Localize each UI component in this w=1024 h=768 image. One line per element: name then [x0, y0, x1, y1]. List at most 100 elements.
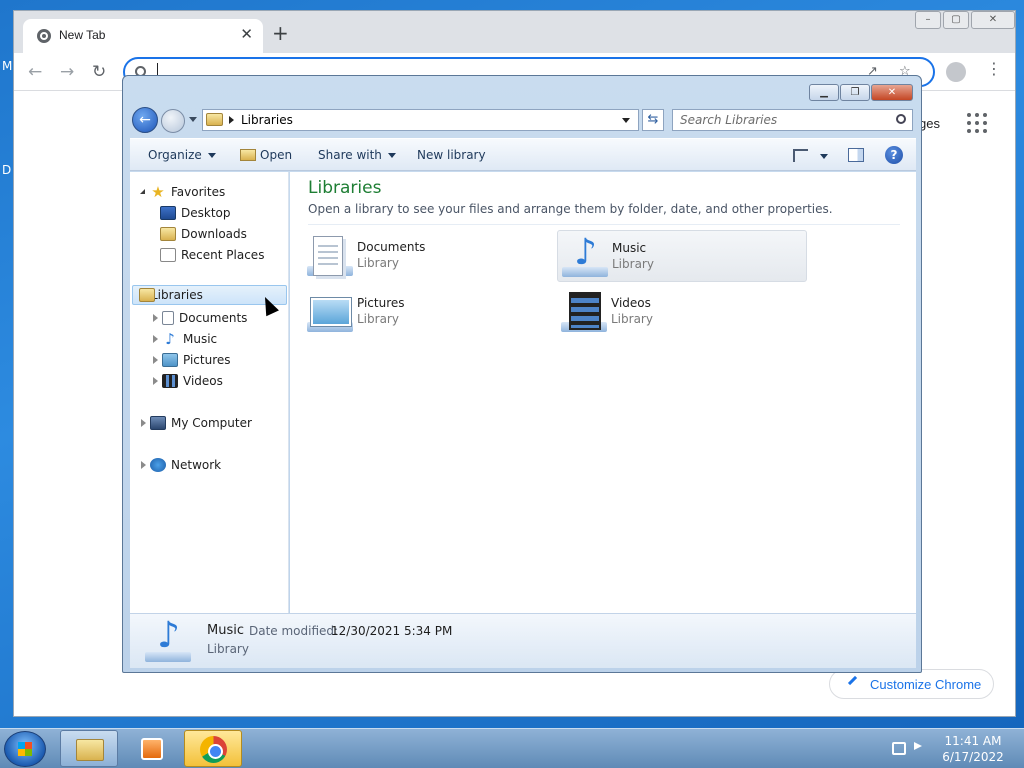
star-icon: ★	[151, 183, 165, 201]
search-icon[interactable]	[896, 114, 906, 124]
taskbar-chrome-button[interactable]	[184, 730, 242, 767]
folder-icon	[240, 149, 256, 161]
nav-item-my-computer[interactable]: My Computer	[138, 413, 252, 433]
explorer-window: ▁ ❐ ✕ ← Libraries ⇆ Search Libraries Org…	[122, 75, 922, 673]
library-item-music[interactable]: ♪ Music Library	[557, 230, 807, 282]
nav-item-recent-places[interactable]: Recent Places	[160, 245, 264, 265]
library-type: Library	[357, 312, 399, 326]
nav-item-favorites[interactable]: ★ Favorites	[138, 182, 225, 202]
library-item-pictures[interactable]: Pictures Library	[303, 286, 553, 338]
library-type: Library	[612, 257, 654, 271]
taskbar-media-player-button[interactable]	[122, 730, 180, 767]
search-placeholder: Search Libraries	[680, 113, 778, 127]
search-input[interactable]: Search Libraries	[672, 109, 913, 131]
date-modified-label: Date modified:	[249, 624, 339, 638]
customize-chrome-button[interactable]: Customize Chrome	[829, 669, 994, 699]
library-item-documents[interactable]: Documents Library	[303, 230, 553, 282]
images-link-partial[interactable]: ges	[919, 116, 940, 131]
window-controls: – ▢ ✕	[915, 11, 1015, 29]
page-subtitle: Open a library to see your files and arr…	[308, 202, 833, 216]
explorer-maximize-button[interactable]: ❐	[840, 84, 870, 101]
preview-pane-icon[interactable]	[848, 148, 864, 162]
documents-library-icon	[307, 234, 353, 278]
desktop-icon-label: D	[2, 163, 12, 177]
explorer-window-controls: ▁ ❐ ✕	[809, 84, 913, 101]
breadcrumb-libraries[interactable]: Libraries	[241, 113, 293, 127]
help-icon[interactable]: ?	[885, 146, 903, 164]
nav-item-music[interactable]: ♪ Music	[150, 329, 217, 349]
menu-icon[interactable]: ⋮	[986, 61, 1002, 77]
new-tab-button[interactable]: +	[272, 23, 289, 43]
address-bar[interactable]: Libraries	[202, 109, 639, 131]
chrome-titlebar: New Tab ✕ + – ▢ ✕	[14, 11, 1015, 53]
network-icon	[150, 458, 166, 472]
library-item-videos[interactable]: Videos Library	[557, 286, 807, 338]
command-bar: Organize Open Share with New library ?	[130, 138, 916, 171]
clock-time: 11:41 AM	[944, 734, 1002, 748]
content-pane: Libraries Open a library to see your fil…	[290, 172, 916, 613]
explorer-minimize-button[interactable]: ▁	[809, 84, 839, 101]
explorer-close-button[interactable]: ✕	[871, 84, 913, 101]
music-icon: ♪	[165, 330, 175, 348]
profile-avatar[interactable]	[946, 62, 966, 82]
divider	[308, 224, 900, 225]
folder-icon	[76, 739, 104, 761]
clock-date: 6/17/2022	[942, 750, 1004, 764]
page-title: Libraries	[308, 178, 382, 198]
taskbar-explorer-button[interactable]	[60, 730, 118, 767]
minimize-button[interactable]: –	[915, 11, 941, 29]
details-name: Music	[207, 623, 244, 638]
change-view-icon[interactable]	[793, 149, 808, 162]
downloads-icon	[160, 227, 176, 241]
desktop-icon-label: M	[2, 59, 13, 73]
library-type: Library	[611, 312, 653, 326]
chrome-icon	[37, 29, 51, 43]
library-name: Videos	[611, 296, 651, 310]
explorer-forward-button[interactable]	[161, 109, 185, 133]
share-with-button[interactable]: Share with	[318, 148, 396, 162]
tab-new-tab[interactable]: New Tab ✕	[23, 19, 263, 53]
close-button[interactable]: ✕	[971, 11, 1015, 29]
system-clock[interactable]: 11:41 AM 6/17/2022	[935, 733, 1011, 765]
close-tab-icon[interactable]: ✕	[240, 25, 253, 43]
view-dropdown-icon[interactable]	[820, 154, 828, 159]
library-name: Music	[612, 241, 647, 255]
nav-item-videos[interactable]: Videos	[150, 371, 223, 391]
nav-item-downloads[interactable]: Downloads	[160, 224, 247, 244]
forward-button[interactable]: →	[60, 62, 74, 82]
open-button[interactable]: Open	[240, 148, 292, 162]
breadcrumb-arrow-icon[interactable]	[229, 116, 234, 124]
pictures-library-icon	[307, 290, 353, 334]
apps-grid-icon[interactable]	[967, 113, 987, 133]
details-pane: ♪ Music Date modified: 12/30/2021 5:34 P…	[130, 613, 916, 668]
nav-item-desktop[interactable]: Desktop	[160, 203, 231, 223]
refresh-button[interactable]: ⇆	[642, 109, 664, 131]
nav-item-pictures[interactable]: Pictures	[150, 350, 231, 370]
videos-library-icon	[561, 290, 607, 334]
reload-button[interactable]: ↻	[92, 62, 106, 82]
music-library-icon: ♪	[145, 618, 193, 664]
recent-places-icon	[160, 248, 176, 262]
taskbar: 11:41 AM 6/17/2022	[0, 728, 1024, 768]
library-name: Pictures	[357, 296, 405, 310]
new-library-button[interactable]: New library	[417, 148, 486, 162]
details-type: Library	[207, 642, 249, 656]
organize-button[interactable]: Organize	[148, 148, 216, 162]
network-tray-icon[interactable]	[892, 742, 906, 755]
start-button[interactable]	[4, 731, 46, 767]
nav-item-documents[interactable]: Documents	[150, 308, 247, 328]
music-library-icon: ♪	[562, 235, 608, 279]
libraries-icon	[139, 288, 155, 302]
desktop-icon	[160, 206, 176, 220]
media-player-icon	[141, 738, 163, 760]
tab-title: New Tab	[59, 28, 106, 42]
recent-pages-dropdown-icon[interactable]	[189, 117, 197, 122]
back-button[interactable]: ←	[28, 62, 42, 82]
pencil-icon	[847, 675, 863, 691]
nav-item-network[interactable]: Network	[138, 455, 221, 475]
address-dropdown-icon[interactable]	[622, 118, 630, 123]
explorer-back-button[interactable]: ←	[132, 107, 158, 133]
libraries-icon	[206, 113, 223, 126]
volume-icon[interactable]	[914, 742, 922, 750]
maximize-button[interactable]: ▢	[943, 11, 969, 29]
